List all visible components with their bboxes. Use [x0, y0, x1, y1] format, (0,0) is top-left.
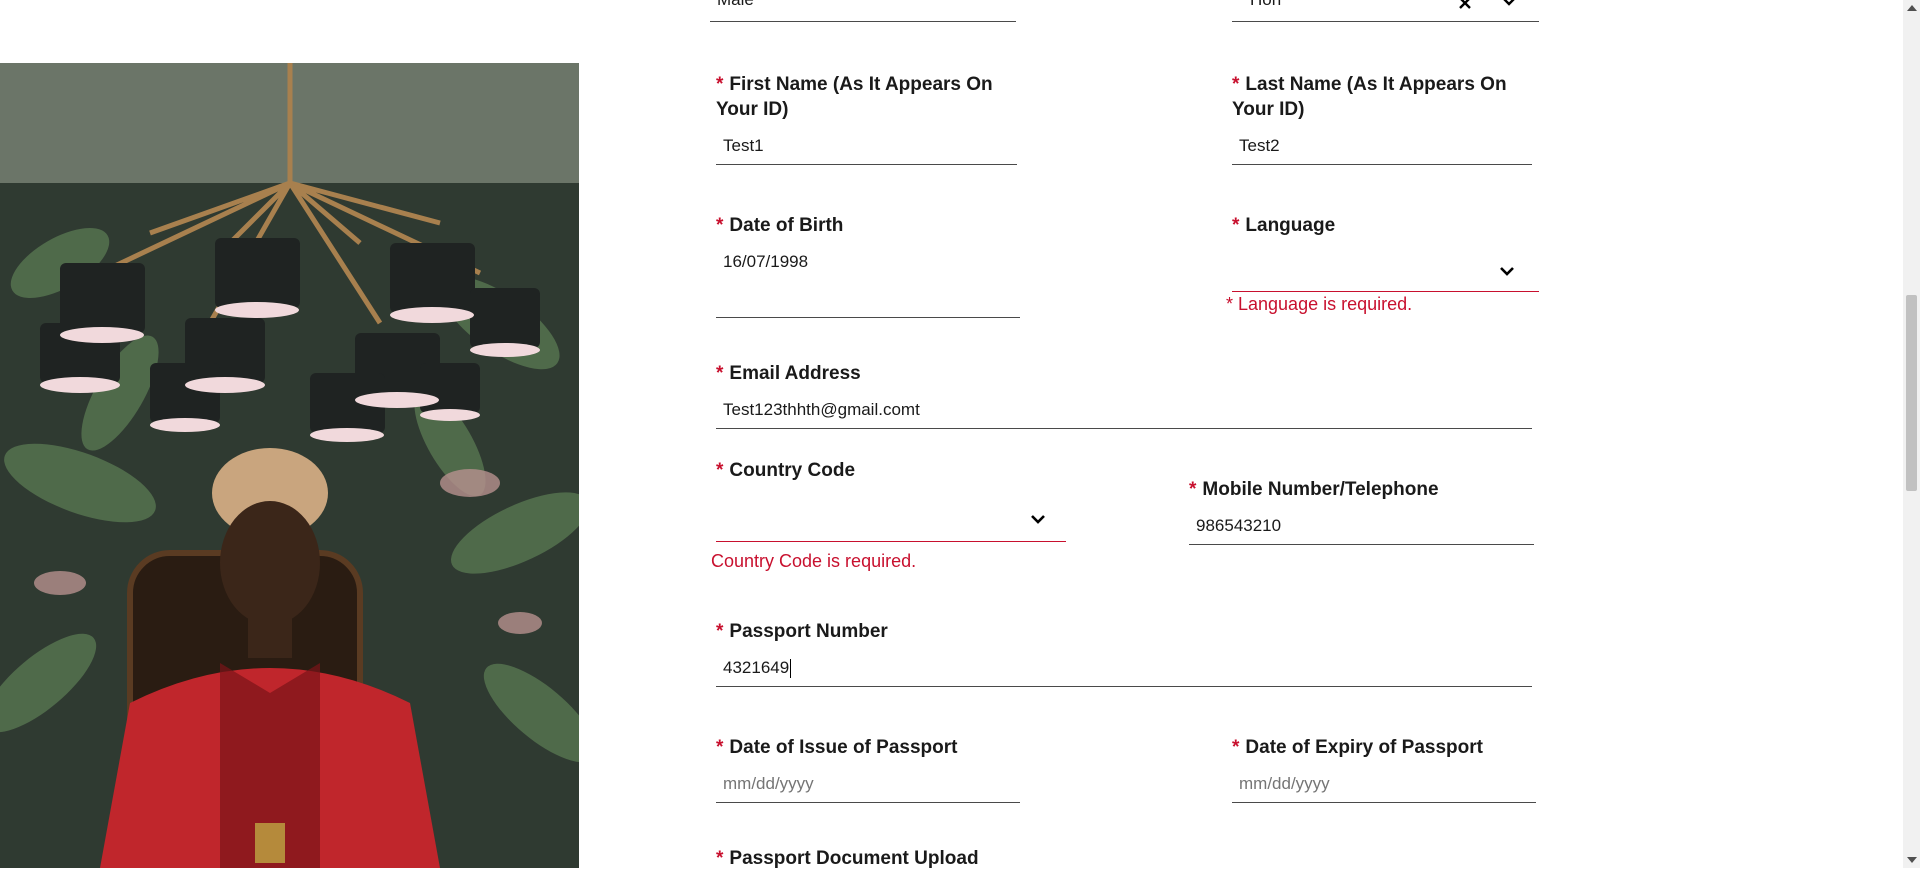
country-code-error: Country Code is required. — [711, 551, 917, 571]
last-name-label: * Last Name (As It Appears On Your ID) — [1232, 74, 1507, 120]
expiry-date-placeholder: mm/dd/yyyy — [1239, 774, 1330, 793]
required-marker: * — [1232, 737, 1240, 758]
required-marker: * — [716, 74, 724, 95]
passport-number-value: 4321649 — [723, 658, 790, 677]
title-value: Hon — [1250, 0, 1281, 9]
last-name-input[interactable]: Test2 — [1232, 127, 1532, 165]
email-label: * Email Address — [716, 363, 861, 384]
hero-image — [0, 63, 579, 868]
language-label: * Language — [1232, 215, 1336, 236]
required-marker: * — [716, 848, 724, 869]
passport-upload-label: * Passport Document Upload — [716, 848, 979, 869]
mobile-value: 986543210 — [1196, 516, 1282, 535]
country-code-select[interactable] — [716, 497, 1066, 542]
last-name-value: Test2 — [1239, 136, 1280, 155]
email-value: Test123thhth@gmail.comt — [723, 400, 920, 419]
chevron-down-icon[interactable] — [1497, 261, 1517, 281]
mobile-input[interactable]: 986543210 — [1189, 507, 1534, 545]
passport-number-input[interactable]: 4321649 — [716, 649, 1532, 687]
required-marker: * — [1232, 215, 1240, 236]
issue-date-placeholder: mm/dd/yyyy — [723, 774, 814, 793]
mobile-label: * Mobile Number/Telephone — [1189, 479, 1439, 500]
clear-icon[interactable] — [1458, 0, 1472, 10]
email-input[interactable]: Test123thhth@gmail.comt — [716, 391, 1532, 429]
scroll-down-arrow[interactable] — [1907, 857, 1917, 863]
expiry-date-input[interactable]: mm/dd/yyyy — [1232, 765, 1536, 803]
required-marker: * — [716, 460, 724, 481]
title-select[interactable]: Hon — [1232, 0, 1539, 22]
scroll-up-arrow[interactable] — [1907, 5, 1917, 11]
chevron-down-icon[interactable] — [1501, 0, 1517, 6]
passport-number-label: * Passport Number — [716, 621, 888, 642]
text-caret — [790, 659, 792, 679]
language-error: * Language is required. — [1226, 294, 1413, 314]
required-marker: * — [716, 215, 724, 236]
gender-value: Male — [717, 0, 754, 9]
chevron-down-icon[interactable] — [1028, 509, 1048, 529]
required-marker: * — [716, 737, 724, 758]
required-marker: * — [1189, 479, 1197, 500]
first-name-label: * First Name (As It Appears On Your ID) — [716, 74, 993, 120]
page-scrollbar[interactable] — [1903, 0, 1920, 868]
first-name-value: Test1 — [723, 136, 764, 155]
dob-value: 16/07/1998 — [723, 252, 809, 271]
dob-input[interactable]: 16/07/1998 — [716, 243, 1020, 318]
first-name-input[interactable]: Test1 — [716, 127, 1017, 165]
country-code-label: * Country Code — [716, 460, 856, 481]
required-marker: * — [1232, 74, 1240, 95]
required-marker: * — [716, 621, 724, 642]
expiry-date-label: * Date of Expiry of Passport — [1232, 737, 1483, 758]
issue-date-label: * Date of Issue of Passport — [716, 737, 958, 758]
issue-date-input[interactable]: mm/dd/yyyy — [716, 765, 1020, 803]
language-select[interactable] — [1232, 247, 1539, 292]
scroll-thumb[interactable] — [1906, 295, 1917, 491]
dob-label: * Date of Birth — [716, 215, 844, 236]
gender-select[interactable]: Male — [710, 0, 1016, 22]
required-marker: * — [716, 363, 724, 384]
